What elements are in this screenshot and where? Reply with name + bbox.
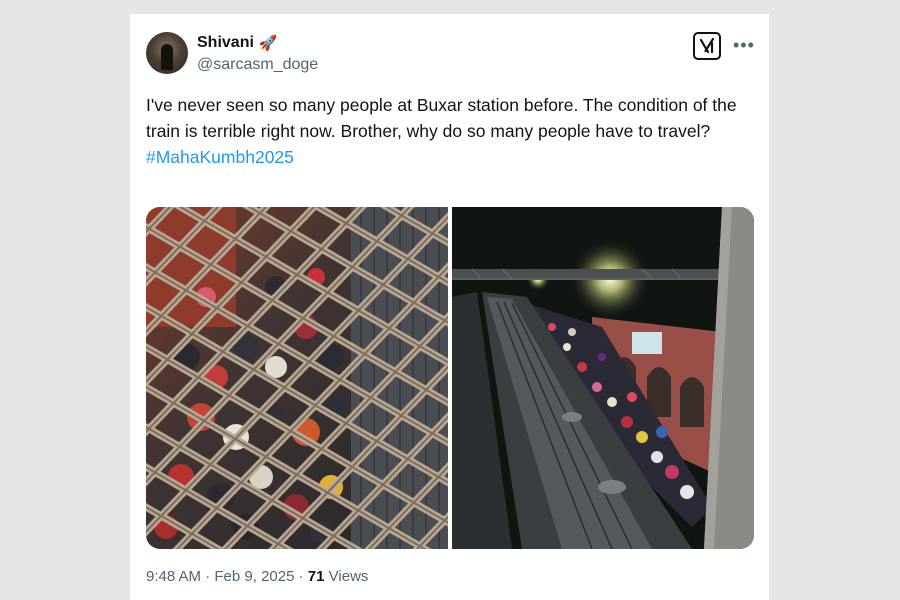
author-name-row[interactable]: Shivani 🚀 <box>197 34 278 52</box>
tweet-text: I've never seen so many people at Buxar … <box>146 92 756 170</box>
tweet-card: Shivani 🚀 @sarcasm_doge ••• I've never s… <box>130 14 769 600</box>
photo-night-platform[interactable] <box>452 207 754 549</box>
separator: · <box>298 568 308 585</box>
tweet-meta: 9:48 AM · Feb 9, 2025 · 71 Views <box>146 568 368 585</box>
tweet-media[interactable] <box>146 207 754 549</box>
photo-crowd-through-mesh[interactable] <box>146 207 448 549</box>
tweet-date[interactable]: Feb 9, 2025 <box>214 568 294 585</box>
views-label: Views <box>328 568 369 585</box>
tweet-time[interactable]: 9:48 AM <box>146 568 201 585</box>
more-icon[interactable]: ••• <box>733 36 755 54</box>
separator: · <box>205 568 215 585</box>
views-count: 71 <box>307 568 325 585</box>
author-handle[interactable]: @sarcasm_doge <box>197 56 318 74</box>
avatar[interactable] <box>146 32 188 74</box>
rocket-emoji: 🚀 <box>258 35 278 52</box>
grok-icon[interactable] <box>693 32 721 60</box>
tweet-body: I've never seen so many people at Buxar … <box>146 95 737 141</box>
hashtag-link[interactable]: #MahaKumbh2025 <box>146 144 756 170</box>
author-name[interactable]: Shivani <box>197 34 254 52</box>
